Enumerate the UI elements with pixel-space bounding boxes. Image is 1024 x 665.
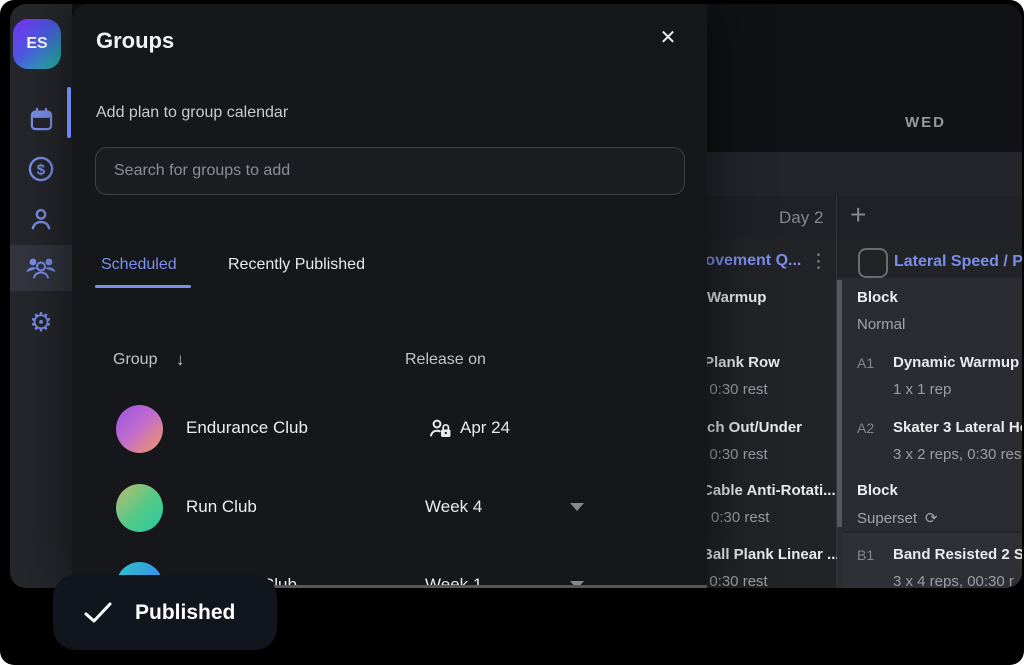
- block-label: Block: [857, 289, 898, 306]
- kebab-menu-icon[interactable]: ⋮: [809, 250, 828, 273]
- exercise-name: Plank Row: [704, 354, 780, 371]
- sidebar-item-calendar[interactable]: [10, 96, 72, 142]
- member-lock-icon: [428, 416, 454, 441]
- app-window: WED Day 2 + Movement Q... ⋮ Warmup Plank…: [10, 4, 1022, 588]
- exercise-name: ch Out/Under: [707, 419, 802, 436]
- tab-recently-published[interactable]: Recently Published: [228, 256, 365, 274]
- toast-label: Published: [135, 601, 235, 625]
- published-toast: Published: [53, 575, 277, 650]
- add-workout-button[interactable]: +: [850, 201, 866, 229]
- exercise-name: Dynamic Warmup: [893, 354, 1019, 371]
- workout-card-title[interactable]: Movement Q...: [692, 252, 801, 270]
- superset-cycle-icon: ⟳: [925, 510, 938, 527]
- exercise-name: Cable Anti-Rotati...: [702, 482, 836, 499]
- exercise-tag: B1: [857, 547, 874, 563]
- group-avatar: [116, 484, 163, 532]
- modal-title: Groups: [96, 28, 174, 54]
- release-week-dropdown[interactable]: Week 4: [425, 497, 482, 517]
- group-avatar: [116, 405, 163, 453]
- exercise-detail: 0:30 rest: [711, 509, 769, 526]
- exercise-detail: 1 x 1 rep: [893, 381, 951, 398]
- groups-icon: [24, 253, 58, 283]
- exercise-tag: A2: [857, 420, 874, 436]
- gear-icon: ⚙: [29, 309, 52, 335]
- block-type: Normal: [857, 316, 905, 333]
- workout-select-checkbox[interactable]: [858, 248, 888, 278]
- card-grip-bar: [837, 280, 842, 527]
- block-type: Superset ⟳: [857, 509, 938, 527]
- group-name: Run Club: [186, 497, 257, 517]
- close-icon[interactable]: ✕: [655, 25, 681, 51]
- screenshot-canvas: WED Day 2 + Movement Q... ⋮ Warmup Plank…: [0, 0, 1024, 665]
- weekday-header: WED: [905, 114, 946, 131]
- column-header-group[interactable]: Group: [113, 351, 157, 369]
- column-header-release-on: Release on: [405, 351, 486, 369]
- chevron-down-icon[interactable]: [570, 503, 584, 511]
- sidebar-item-settings[interactable]: ⚙: [10, 299, 72, 345]
- sort-descending-icon[interactable]: ↓: [176, 350, 185, 370]
- exercise-detail: , 0:30 rest: [701, 381, 768, 398]
- workout-card-title[interactable]: Lateral Speed / Plyo: [894, 253, 1022, 271]
- check-icon: [83, 601, 113, 625]
- group-search-input[interactable]: [95, 147, 685, 195]
- exercise-detail: 3 x 2 reps, 0:30 res: [893, 446, 1021, 463]
- active-tab-underline: [95, 285, 191, 288]
- exercise-name: Ball Plank Linear ...: [702, 546, 840, 563]
- exercise-name: Warmup: [707, 289, 766, 306]
- sidebar-item-billing[interactable]: $: [10, 146, 72, 192]
- exercise-detail: , 0:30 rest: [701, 446, 768, 463]
- svg-text:$: $: [37, 161, 46, 178]
- sidebar: ES $ ⚙: [10, 4, 72, 588]
- user-avatar[interactable]: ES: [13, 19, 61, 69]
- groups-modal: Groups ✕ Add plan to group calendar Sche…: [72, 4, 707, 588]
- active-nav-indicator: [67, 87, 71, 138]
- release-date: Apr 24: [460, 418, 510, 438]
- exercise-name: Band Resisted 2 Step: [893, 546, 1022, 563]
- person-icon: [27, 205, 55, 233]
- group-name: Endurance Club: [186, 418, 308, 438]
- exercise-detail: , 0:30 rest: [701, 573, 768, 588]
- day-label: Day 2: [779, 208, 823, 228]
- exercise-tag: A1: [857, 355, 874, 371]
- sidebar-item-athletes[interactable]: [10, 196, 72, 242]
- tab-scheduled[interactable]: Scheduled: [101, 256, 177, 274]
- block-type-label: Superset: [857, 510, 917, 527]
- dollar-circle-icon: $: [27, 155, 55, 183]
- calendar-icon: [28, 106, 55, 133]
- sidebar-item-groups[interactable]: [10, 245, 72, 291]
- exercise-name: Skater 3 Lateral Hop: [893, 419, 1022, 436]
- exercise-detail: 3 x 4 reps, 00:30 r: [893, 573, 1014, 588]
- block-label: Block: [857, 482, 898, 499]
- modal-subtitle: Add plan to group calendar: [96, 104, 288, 122]
